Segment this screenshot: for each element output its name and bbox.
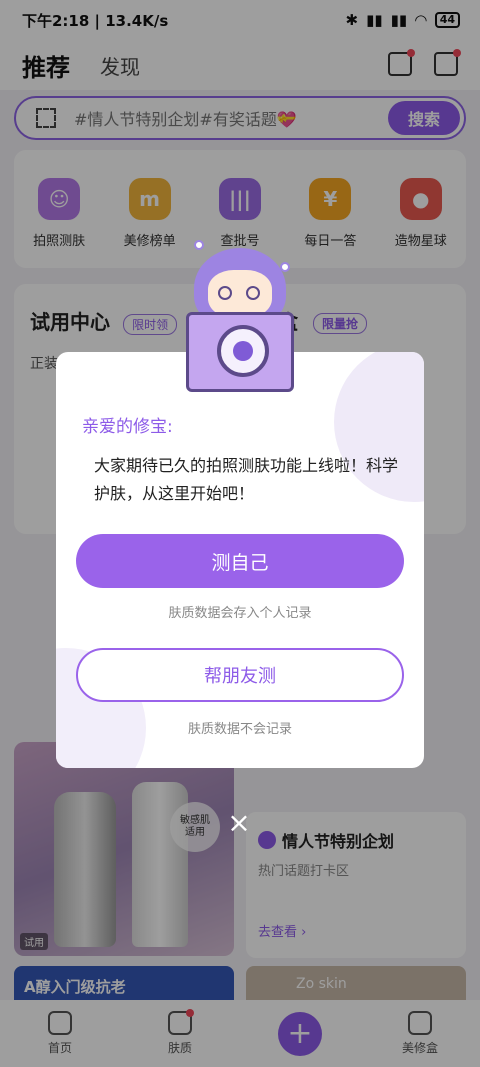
test-myself-note: 肤质数据会存入个人记录 xyxy=(168,606,312,621)
mascot-camera-illustration xyxy=(184,236,296,394)
camera-icon xyxy=(186,312,294,392)
mascot-face xyxy=(208,270,272,318)
test-friend-note: 肤质数据不会记录 xyxy=(187,722,292,737)
skin-test-modal: 亲爱的修宝: 大家期待已久的拍照测肤功能上线啦！科学护肤，从这里开始吧！ 测自己… xyxy=(56,352,424,768)
modal-greeting: 亲爱的修宝: xyxy=(82,417,173,437)
test-myself-button[interactable]: 测自己 xyxy=(76,534,404,588)
flower-icon xyxy=(280,262,290,272)
modal-message: 大家期待已久的拍照测肤功能上线啦！科学护肤，从这里开始吧！ xyxy=(94,456,399,503)
mascot-eye xyxy=(246,286,260,300)
mascot-eye xyxy=(218,286,232,300)
test-friend-button[interactable]: 帮朋友测 xyxy=(76,648,404,702)
flower-icon xyxy=(194,240,204,250)
camera-lens xyxy=(217,325,269,377)
close-icon[interactable]: × xyxy=(226,809,252,837)
